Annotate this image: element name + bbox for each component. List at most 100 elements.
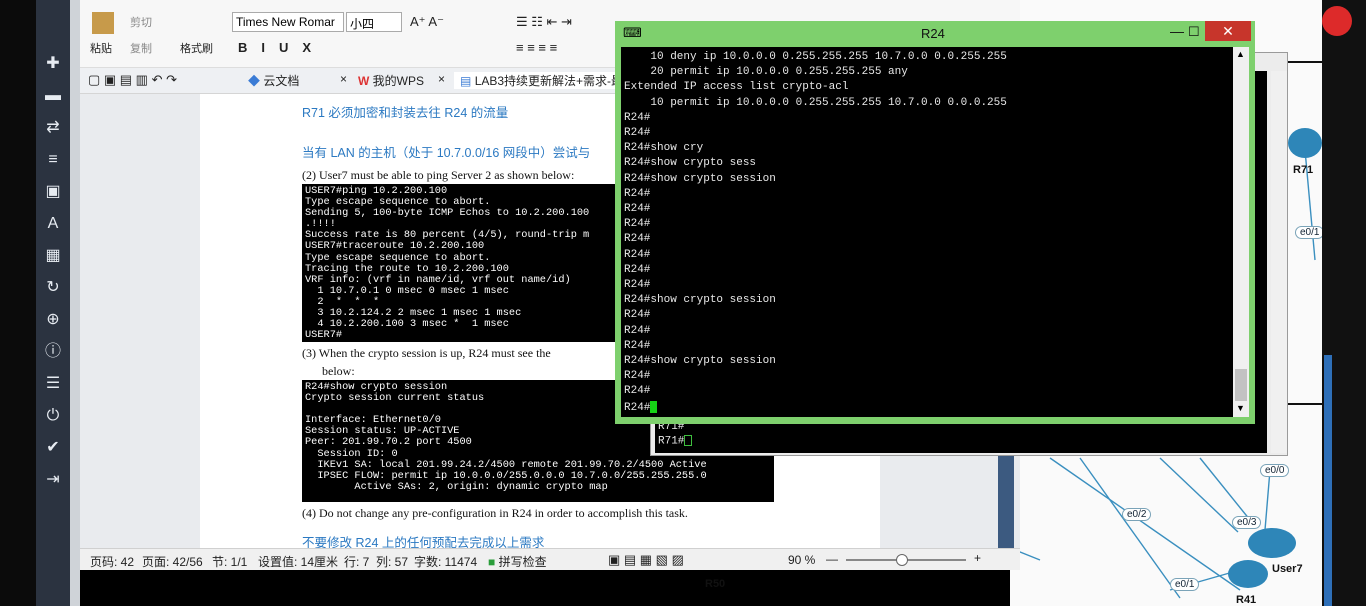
r24-terminal-line: R24#show crypto session [624,172,776,185]
router-r71-icon[interactable] [1288,128,1322,158]
r24-terminal-line: R24#show crypto session [624,294,776,307]
r24-terminal-line: R24#show crypto session [624,355,776,367]
doc-scroll-nav[interactable] [998,454,1014,548]
node-label-r71: R71 [1293,164,1314,176]
copy-button[interactable]: 复制 [130,40,152,56]
r24-terminal-line: R24# [624,370,651,383]
drive-icon[interactable]: ▬ [36,84,70,108]
putty-icon: ⌨ [623,25,642,40]
right-scroll-accent [1324,355,1332,606]
left-edge-strip [0,0,36,606]
link-label-e0-0: e0/0 [1260,464,1290,477]
r24-terminal-window[interactable]: ⌨ R24 — ☐ ✕ 10 deny ip 10.0.0.0 0.255.25… [615,21,1255,424]
view-mode-icons[interactable]: ▣ ▤ ▦ ▧ ▨ [608,552,684,568]
align-buttons-icon[interactable]: ≡ ≡ ≡ ≡ [516,40,557,55]
cut-button[interactable]: 剪切 [130,14,152,30]
link-label-e0-3: e0/3 [1232,516,1262,529]
r24-scrollbar[interactable]: ▲ ▼ [1233,47,1249,417]
close-tab-icon[interactable]: × [438,72,445,86]
power-icon[interactable]: ⏻ [36,404,70,428]
cloud-docs-icon: ◆ [248,74,261,88]
r71-prompt: R71# [658,435,685,448]
link-label-e0-1-top: e0/1 [1295,226,1325,239]
r24-terminal-screen[interactable]: 10 deny ip 10.0.0.0 0.255.255.255 10.7.0… [621,47,1233,417]
zoom-level: 90 % [788,553,816,567]
refresh-icon[interactable]: ↻ [36,276,70,300]
check-icon[interactable]: ✔ [36,436,70,460]
status-col: 列: 57 [376,555,409,569]
status-page-code: 页码: 42 [90,555,135,569]
font-style-buttons[interactable]: BIUX [238,40,325,55]
zoom-in-button[interactable]: + [974,551,981,565]
status-page: 页面: 42/56 [142,555,203,569]
zoom-slider-handle[interactable] [896,554,908,566]
format-painter-button[interactable]: 格式刷 [180,40,213,56]
text-lines-icon[interactable]: ≡ [36,148,70,172]
tab-lab3-doc[interactable]: ▤ LAB3持续更新解法+需求-最 [454,72,630,89]
r24-scroll-thumb[interactable] [1235,369,1247,401]
doc-heading-r71: R71 必须加密和封装去往 R24 的流量 [302,106,509,120]
zoom-out-button[interactable]: — [826,552,838,566]
link-label-e0-1-bottom: e0/1 [1170,578,1200,591]
info-icon[interactable]: ⓘ [36,340,70,364]
r24-terminal-line: R24# [624,400,658,414]
minimize-icon[interactable]: — [1170,23,1184,39]
node-label-user7: User7 [1272,563,1303,575]
image-icon[interactable]: ▣ [36,180,70,204]
quick-access-icons[interactable]: ▢ ▣ ▤ ▥ ↶ ↷ [88,72,177,88]
close-tab-icon[interactable]: × [340,72,347,86]
tab-my-wps[interactable]: W 我的WPS [358,72,424,89]
list-format-icon[interactable]: ☰ ☷ ⇤ ⇥ [516,14,572,30]
scroll-up-icon[interactable]: ▲ [1236,49,1245,59]
font-name-select[interactable]: Times New Romar [232,12,344,32]
paste-button[interactable]: 粘贴 [90,40,112,56]
node-label-r50: R50 [705,578,726,590]
r71-line: R71# [658,435,693,448]
r24-terminal-line: 10 permit ip 10.0.0.0 0.255.255.255 10.7… [624,96,1007,109]
node-label-r41: R41 [1236,594,1257,606]
list-icon[interactable]: ☰ [36,372,70,396]
spell-check-icon: ■ [488,555,496,569]
wps-status-bar: 页码: 42 页面: 42/56 节: 1/1 设置值: 14厘米 行: 7 列… [80,548,1020,570]
r71-scrollbar[interactable] [1271,71,1287,453]
maximize-icon[interactable]: ☐ [1188,24,1200,40]
router-user7-icon[interactable] [1248,528,1296,558]
plus-icon[interactable]: ✚ [36,52,70,76]
right-edge-strip [1322,0,1366,606]
transfer-icon[interactable]: ⇄ [36,116,70,140]
tool-sidebar: ✚ ▬ ⇄ ≡ ▣ A ▦ ↻ ⊕ ⓘ ☰ ⏻ ✔ ⇥ [36,0,70,606]
notification-badge-icon[interactable] [1322,6,1352,36]
r24-terminal-line: R24#show crypto sess [624,157,757,170]
r24-terminal-line: Extended IP access list crypto-acl [624,81,849,94]
r24-terminal-line: R24# [624,233,651,246]
text-a-icon[interactable]: A [36,212,70,236]
status-words: 字数: 11474 [414,555,478,569]
doc-heading-lan-hosts: 当有 LAN 的主机（处于 10.7.0.0/16 网段中）尝试与 [302,146,591,160]
spell-check-label: 拼写检查 [498,555,547,569]
r24-terminal-line: R24# [624,279,651,291]
r24-terminal-line: R24# [624,127,651,139]
grid-icon[interactable]: ▦ [36,244,70,268]
tab-cloud-docs[interactable]: ◆ 云文档 [248,72,299,89]
zoom-slider[interactable] [846,554,966,566]
status-spell-check[interactable]: ■ 拼写检查 [488,553,547,570]
tab-lab3-doc-label: LAB3持续更新解法+需求-最 [474,74,624,88]
r24-terminal-line: R24# [624,339,651,352]
tab-my-wps-label: 我的WPS [372,74,425,88]
scroll-down-icon[interactable]: ▼ [1236,403,1245,413]
status-setting: 设置值: 14厘米 [258,555,339,569]
zoom-icon[interactable]: ⊕ [36,308,70,332]
font-size-select[interactable]: 小四 [346,12,402,32]
logout-icon[interactable]: ⇥ [36,468,70,492]
router-r41-icon[interactable] [1228,560,1268,588]
doc-item-2: (2) User7 must be able to ping Server 2 … [302,168,575,182]
wps-logo-icon: W [358,74,370,88]
terminal-cursor [650,400,658,413]
paste-icon[interactable] [92,12,114,34]
r24-terminal-line: R24# [624,218,651,231]
r24-title-bar[interactable]: ⌨ R24 — ☐ ✕ [615,21,1255,47]
close-icon[interactable]: ✕ [1205,21,1251,41]
r24-terminal-line: R24# [624,309,651,322]
tab-cloud-docs-label: 云文档 [263,74,300,88]
font-grow-icon[interactable]: A⁺ A⁻ [410,14,444,30]
